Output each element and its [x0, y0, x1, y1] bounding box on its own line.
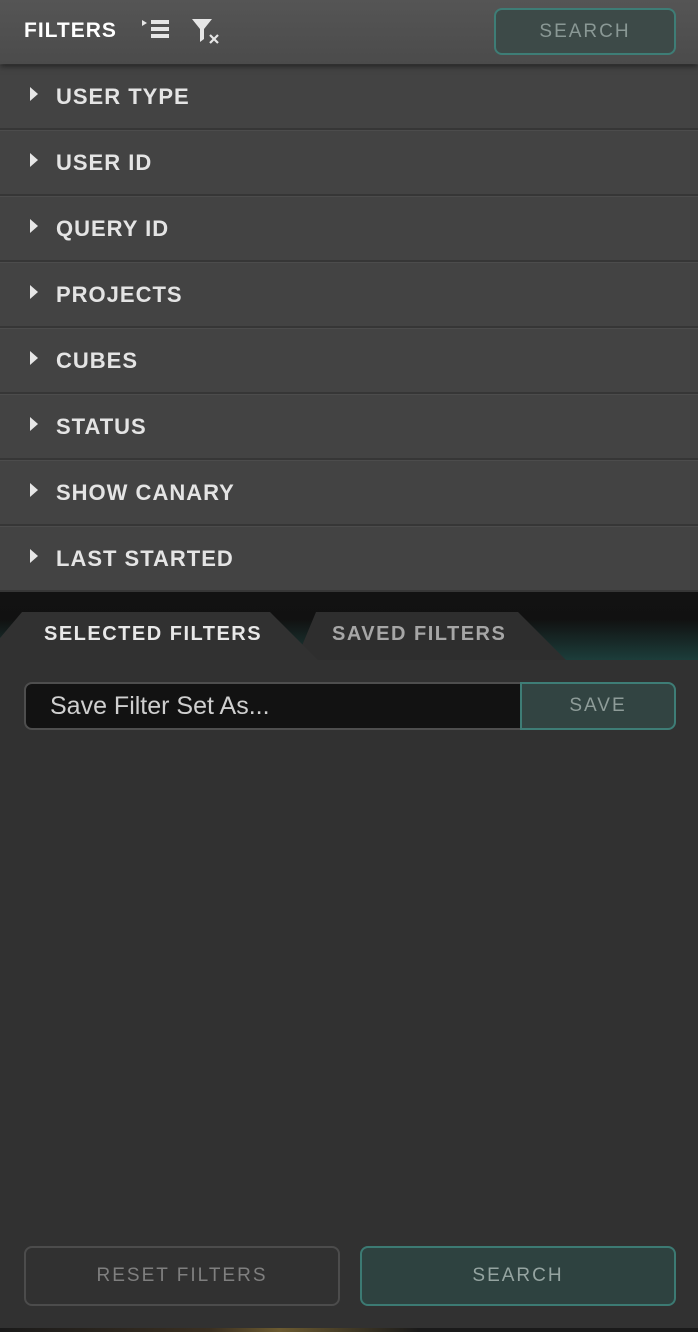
caret-right-icon	[30, 483, 38, 497]
caret-right-icon	[30, 87, 38, 101]
filters-title: FILTERS	[24, 19, 117, 42]
filter-row-label: USER TYPE	[56, 84, 190, 109]
save-button[interactable]: SAVE	[520, 682, 676, 730]
filter-row-label: LAST STARTED	[56, 546, 234, 571]
selected-filters-content: SAVE RESET FILTERS SEARCH	[0, 660, 698, 1332]
filters-header: FILTERS SEARCH	[0, 0, 698, 64]
filter-row-label: QUERY ID	[56, 216, 170, 241]
filter-row-label: USER ID	[56, 150, 153, 175]
caret-right-icon	[30, 417, 38, 431]
filter-row-show-canary[interactable]: SHOW CANARY	[0, 460, 698, 526]
filter-row-label: SHOW CANARY	[56, 480, 235, 505]
filter-row-query-id[interactable]: QUERY ID	[0, 196, 698, 262]
reset-filters-button[interactable]: RESET FILTERS	[24, 1246, 340, 1306]
filter-row-label: PROJECTS	[56, 282, 183, 307]
search-button-top[interactable]: SEARCH	[494, 8, 676, 55]
tab-saved-filters-label: SAVED FILTERS	[332, 623, 507, 645]
filter-row-projects[interactable]: PROJECTS	[0, 262, 698, 328]
caret-right-icon	[30, 153, 38, 167]
bottom-edge	[0, 1328, 698, 1332]
filter-row-label: CUBES	[56, 348, 139, 373]
filter-row-last-started[interactable]: LAST STARTED	[0, 526, 698, 592]
save-filter-set-input[interactable]	[24, 682, 522, 730]
tab-selected-filters-label: SELECTED FILTERS	[44, 623, 263, 645]
filter-row-user-type[interactable]: USER TYPE	[0, 64, 698, 130]
caret-right-icon	[30, 219, 38, 233]
tab-saved-filters[interactable]: SAVED FILTERS	[296, 612, 566, 660]
filters-panel: FILTERS SEARCH USER TYPE USER ID QUERY I…	[0, 0, 698, 1332]
expand-list-icon[interactable]	[141, 19, 171, 43]
search-button-bottom[interactable]: SEARCH	[360, 1246, 676, 1306]
filter-row-cubes[interactable]: CUBES	[0, 328, 698, 394]
filter-list: USER TYPE USER ID QUERY ID PROJECTS CUBE…	[0, 64, 698, 592]
filter-row-status[interactable]: STATUS	[0, 394, 698, 460]
clear-filter-icon[interactable]	[191, 18, 223, 46]
tab-selected-filters[interactable]: SELECTED FILTERS	[0, 612, 330, 660]
filter-row-user-id[interactable]: USER ID	[0, 130, 698, 196]
caret-right-icon	[30, 285, 38, 299]
caret-right-icon	[30, 549, 38, 563]
caret-right-icon	[30, 351, 38, 365]
filter-row-label: STATUS	[56, 414, 147, 439]
